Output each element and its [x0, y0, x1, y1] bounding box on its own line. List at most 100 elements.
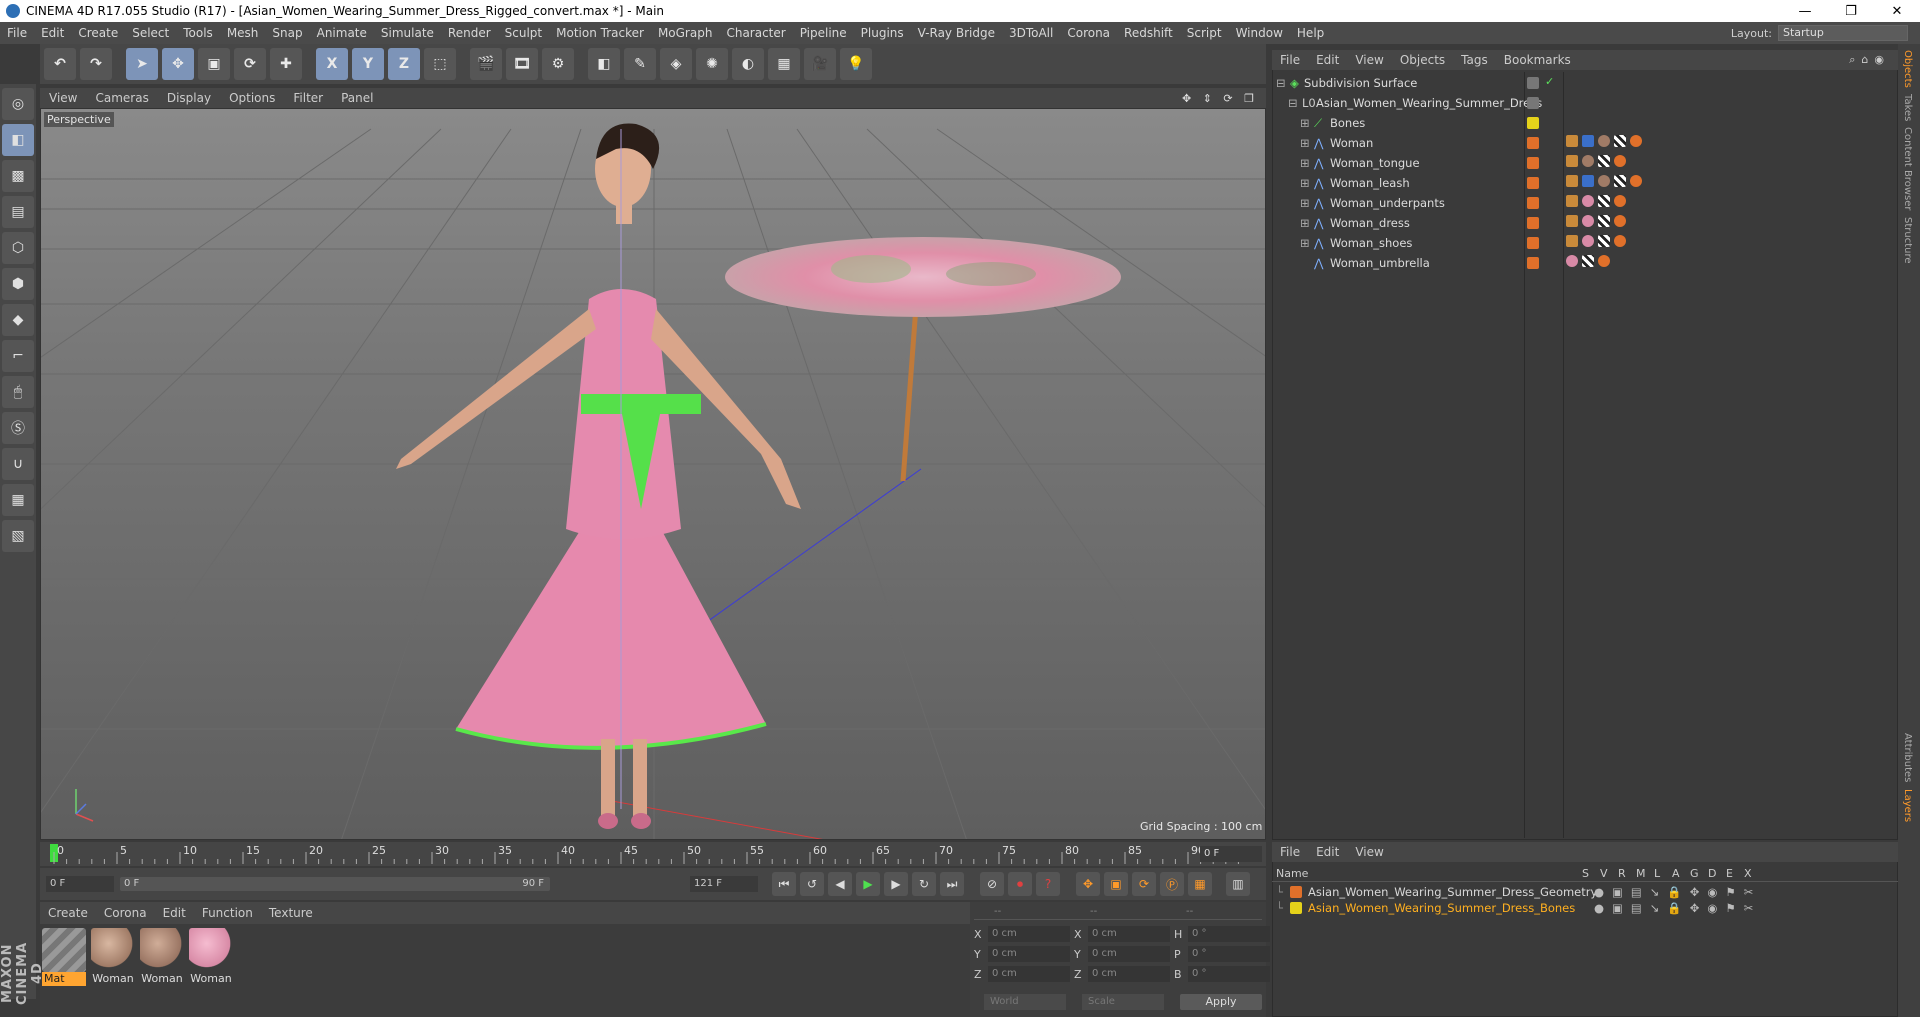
workplane-icon[interactable]: ▤ — [2, 196, 34, 228]
magnet-icon[interactable]: ∪ — [2, 448, 34, 480]
points-mode-icon[interactable]: ⬡ — [2, 232, 34, 264]
object-menu-view[interactable]: View — [1347, 53, 1391, 67]
add-icon[interactable]: ✚ — [270, 48, 302, 80]
perspective-viewport[interactable] — [40, 108, 1266, 840]
object-row-subdivision-surface[interactable]: ⊟ ◈ Subdivision Surface — [1276, 73, 1417, 93]
key-position-icon[interactable]: ✥ — [1076, 872, 1100, 896]
next-frame-icon[interactable]: ▶ — [884, 872, 908, 896]
previous-key-icon[interactable]: ↺ — [800, 872, 824, 896]
material-swatch[interactable]: Woman — [91, 928, 135, 986]
layer-menu-file[interactable]: File — [1272, 845, 1308, 859]
collapse-icon[interactable]: ⊟ — [1288, 96, 1302, 110]
array-icon[interactable]: ✺ — [696, 48, 728, 80]
lock-workplane-icon[interactable]: ▦ — [2, 484, 34, 516]
menu-3dtoall[interactable]: 3DToAll — [1002, 26, 1060, 40]
uvw-tag-icon[interactable] — [1598, 235, 1610, 247]
menu-sculpt[interactable]: Sculpt — [498, 26, 549, 40]
goto-end-icon[interactable]: ⏭ — [940, 872, 964, 896]
material-swatch[interactable]: Woman — [140, 928, 184, 986]
expand-icon[interactable]: ⊞ — [1300, 196, 1314, 210]
layer-menu-view[interactable]: View — [1347, 845, 1391, 859]
material-menu-function[interactable]: Function — [194, 906, 261, 920]
material-tag-icon[interactable] — [1582, 155, 1594, 167]
size-x-field[interactable]: 0 cm — [1088, 926, 1170, 942]
layer-row-geometry[interactable]: └ Asian_Women_Wearing_Summer_Dress_Geome… — [1276, 884, 1761, 900]
layer-toggle-icons[interactable]: ●▣▤↘🔒✥◉⚑✂ — [1594, 885, 1761, 899]
edges-mode-icon[interactable]: ⬢ — [2, 268, 34, 300]
select-arrow-icon[interactable]: ➤ — [126, 48, 158, 80]
camera-icon[interactable]: 🎥 — [804, 48, 836, 80]
viewport-menu-display[interactable]: Display — [158, 91, 220, 105]
skin-tag-icon[interactable] — [1582, 135, 1594, 147]
material-menu-create[interactable]: Create — [40, 906, 96, 920]
layer-color-swatch[interactable] — [1527, 77, 1539, 89]
key-parameter-icon[interactable]: Ⓟ — [1160, 872, 1184, 896]
menu-select[interactable]: Select — [125, 26, 176, 40]
phong-tag-icon[interactable] — [1598, 255, 1610, 267]
phong-tag-icon[interactable] — [1614, 155, 1626, 167]
layer-name[interactable]: Asian_Women_Wearing_Summer_Dress_Geometr… — [1308, 885, 1597, 899]
layer-menu-edit[interactable]: Edit — [1308, 845, 1347, 859]
layer-color-swatch[interactable] — [1527, 157, 1539, 169]
layer-color-swatch[interactable] — [1527, 197, 1539, 209]
coordinate-space-select[interactable]: World — [984, 994, 1066, 1010]
object-row-woman-tongue[interactable]: ⊞ ⋀ Woman_tongue — [1276, 153, 1420, 173]
rotation-p-field[interactable]: 0 ° — [1188, 946, 1270, 962]
maximize-button[interactable]: ❐ — [1828, 4, 1874, 19]
tab-attributes[interactable]: Attributes — [1902, 733, 1913, 782]
object-row-bones[interactable]: ⊞ ⟋ Bones — [1276, 113, 1365, 133]
end-frame-field[interactable]: 121 F — [690, 876, 758, 892]
expand-icon[interactable]: ⊞ — [1300, 236, 1314, 250]
tweak-mode-icon[interactable]: 🖱 — [2, 376, 34, 408]
scale-icon[interactable]: ▣ — [198, 48, 230, 80]
menu-window[interactable]: Window — [1229, 26, 1290, 40]
menu-tools[interactable]: Tools — [176, 26, 220, 40]
layer-color-swatch[interactable] — [1527, 217, 1539, 229]
layer-name[interactable]: Asian_Women_Wearing_Summer_Dress_Bones — [1308, 901, 1594, 915]
uvw-tag-icon[interactable] — [1614, 135, 1626, 147]
phong-tag-icon[interactable] — [1614, 235, 1626, 247]
position-z-field[interactable]: 0 cm — [988, 966, 1070, 982]
object-row-woman-underpants[interactable]: ⊞ ⋀ Woman_underpants — [1276, 193, 1445, 213]
material-tag-icon[interactable] — [1582, 195, 1594, 207]
key-rotation-icon[interactable]: ⟳ — [1132, 872, 1156, 896]
menu-motion-tracker[interactable]: Motion Tracker — [549, 26, 651, 40]
layer-color-swatch[interactable] — [1290, 902, 1302, 914]
layer-color-swatch[interactable] — [1290, 886, 1302, 898]
object-row-woman-dress[interactable]: ⊞ ⋀ Woman_dress — [1276, 213, 1410, 233]
layer-color-swatch[interactable] — [1527, 137, 1539, 149]
menu-corona[interactable]: Corona — [1060, 26, 1117, 40]
menu-mograph[interactable]: MoGraph — [651, 26, 720, 40]
apply-button[interactable]: Apply — [1180, 994, 1262, 1010]
next-key-icon[interactable]: ↻ — [912, 872, 936, 896]
weight-tag-icon[interactable] — [1566, 215, 1578, 227]
menu-script[interactable]: Script — [1180, 26, 1229, 40]
expand-icon[interactable]: ⊞ — [1300, 136, 1314, 150]
menu-edit[interactable]: Edit — [34, 26, 71, 40]
current-frame-field[interactable]: 0 F — [1200, 846, 1262, 862]
rotate-icon[interactable]: ⟳ — [234, 48, 266, 80]
menu-file[interactable]: File — [0, 26, 34, 40]
model-mode-icon[interactable]: ◧ — [2, 124, 34, 156]
timeline-ruler[interactable]: 0 5 10 15 20 25 30 35 40 45 50 55 60 65 70 75 80 85 90 — [40, 842, 1266, 866]
object-menu-bookmarks[interactable]: Bookmarks — [1496, 53, 1579, 67]
axis-y-button[interactable]: Y — [352, 48, 384, 80]
phong-tag-icon[interactable] — [1614, 195, 1626, 207]
axis-z-button[interactable]: Z — [388, 48, 420, 80]
pen-spline-icon[interactable]: ✎ — [624, 48, 656, 80]
render-picture-viewer-icon[interactable]: 🎞 — [506, 48, 538, 80]
size-z-field[interactable]: 0 cm — [1088, 966, 1170, 982]
viewport-menu-cameras[interactable]: Cameras — [86, 91, 157, 105]
material-menu-corona[interactable]: Corona — [96, 906, 155, 920]
tab-takes[interactable]: Takes — [1902, 94, 1913, 121]
layer-color-swatch[interactable] — [1527, 117, 1539, 129]
key-pla-icon[interactable]: ▦ — [1188, 872, 1212, 896]
material-swatch[interactable]: Mat — [42, 928, 86, 986]
layer-color-swatch[interactable] — [1527, 97, 1539, 109]
weight-tag-icon[interactable] — [1566, 155, 1578, 167]
key-scale-icon[interactable]: ▣ — [1104, 872, 1128, 896]
object-row-woman[interactable]: ⊞ ⋀ Woman — [1276, 133, 1373, 153]
autokey-icon[interactable]: ? — [1036, 872, 1060, 896]
object-row-woman-leash[interactable]: ⊞ ⋀ Woman_leash — [1276, 173, 1410, 193]
layer-toggle-icons[interactable]: ●▣▤↘🔒✥◉⚑✂ — [1594, 901, 1761, 915]
